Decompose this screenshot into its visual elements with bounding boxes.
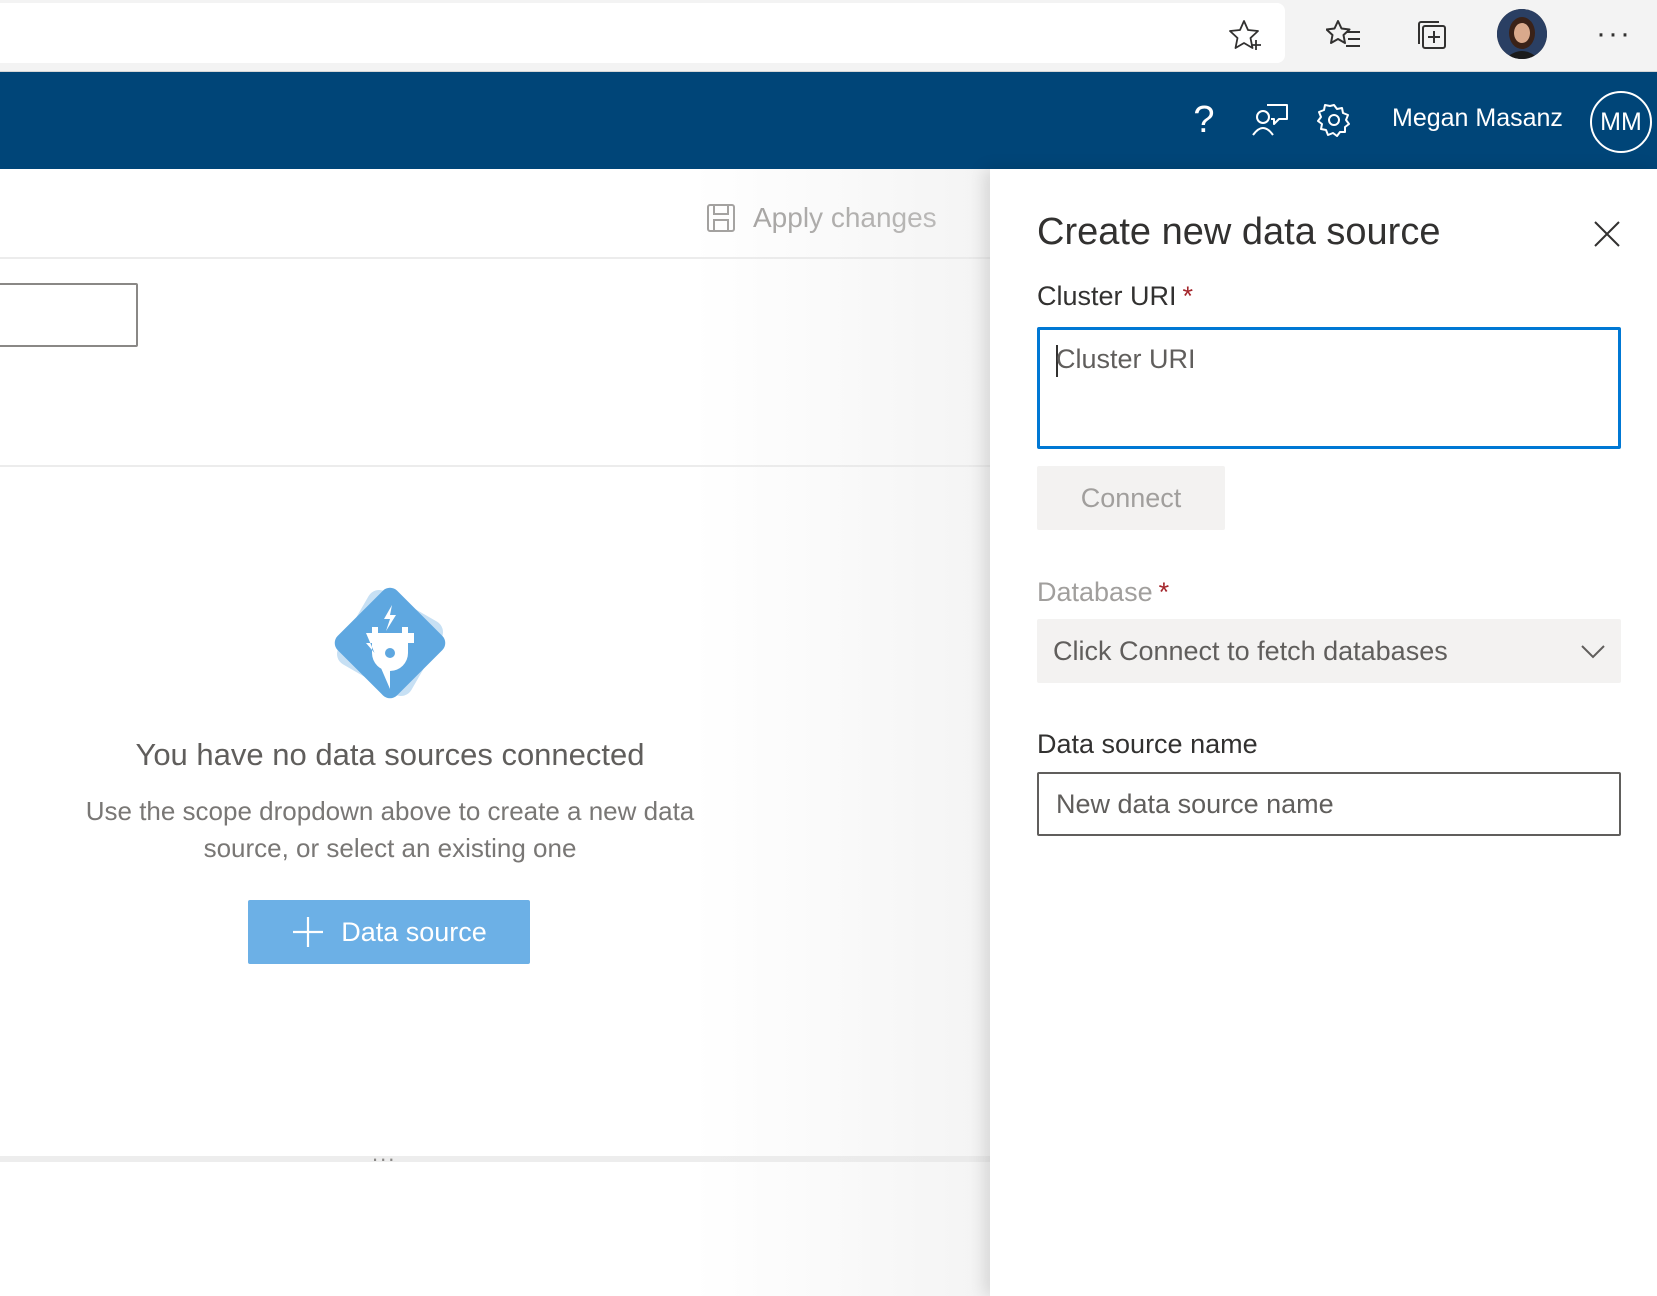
browser-toolbar: ··· (0, 0, 1657, 72)
favorites-icon[interactable] (1321, 12, 1367, 58)
main-content: Apply changes You have no data sources c… (0, 169, 990, 1296)
close-icon[interactable] (1590, 217, 1624, 251)
required-mark: * (1182, 281, 1194, 311)
app-header: ? Megan Masanz MM (0, 72, 1657, 169)
database-dropdown[interactable]: Click Connect to fetch databases (1037, 619, 1621, 683)
toolbar-divider (0, 257, 990, 259)
panel-title: Create new data source (1037, 211, 1441, 253)
create-data-source-panel: Create new data source Cluster URI * Clus… (990, 169, 1657, 1296)
collections-icon[interactable] (1409, 12, 1455, 58)
splitter-grip-icon[interactable]: ... (372, 1141, 396, 1167)
feedback-icon[interactable] (1244, 94, 1296, 146)
chevron-down-icon (1581, 645, 1605, 659)
apply-changes-button[interactable]: Apply changes (705, 195, 937, 241)
help-icon[interactable]: ? (1178, 94, 1230, 146)
connect-label: Connect (1080, 482, 1182, 513)
required-mark: * (1158, 577, 1170, 607)
profile-avatar[interactable] (1497, 9, 1547, 59)
database-placeholder: Click Connect to fetch databases (1053, 635, 1448, 666)
add-data-source-label: Data source (341, 916, 487, 947)
user-initials: MM (1600, 107, 1642, 136)
plug-illustration-icon (326, 579, 454, 707)
section-divider (0, 465, 990, 467)
empty-state-title: You have no data sources connected (135, 737, 645, 772)
data-source-name-label-text: Data source name (1037, 729, 1258, 759)
user-name[interactable]: Megan Masanz (1392, 104, 1563, 133)
connect-button[interactable]: Connect (1037, 466, 1225, 530)
add-favorite-star-icon[interactable] (1225, 14, 1267, 56)
data-source-name-input[interactable]: New data source name (1037, 772, 1621, 836)
database-label: Database * (1037, 577, 1169, 608)
cluster-uri-label-text: Cluster URI (1037, 281, 1177, 311)
data-source-name-placeholder: New data source name (1056, 788, 1334, 819)
data-source-name-label: Data source name (1037, 729, 1258, 760)
add-data-source-button[interactable]: Data source (248, 900, 530, 964)
pane-splitter[interactable] (0, 1156, 990, 1162)
plus-icon (293, 917, 324, 947)
more-icon[interactable]: ··· (1594, 14, 1634, 54)
cluster-uri-placeholder: Cluster URI (1056, 344, 1196, 374)
database-label-text: Database (1037, 577, 1153, 607)
apply-changes-label: Apply changes (753, 202, 937, 233)
cluster-uri-input[interactable]: Cluster URI (1037, 327, 1621, 449)
user-avatar[interactable]: MM (1590, 91, 1652, 153)
scope-dropdown[interactable] (0, 283, 138, 347)
settings-icon[interactable] (1308, 94, 1360, 146)
app-window: ··· ? Megan Masanz MM Apply changes You … (0, 0, 1657, 1296)
address-bar[interactable] (0, 3, 1285, 63)
save-icon (707, 204, 735, 232)
empty-state-description: Use the scope dropdown above to create a… (85, 796, 695, 863)
cluster-uri-label: Cluster URI * (1037, 281, 1193, 312)
